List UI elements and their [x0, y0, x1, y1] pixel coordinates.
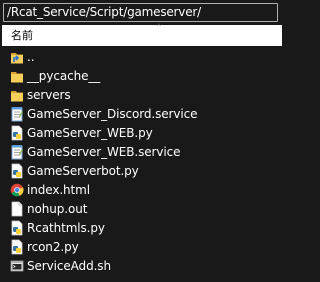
folder-icon: [10, 87, 24, 103]
name-column-header[interactable]: 名前: [11, 25, 33, 46]
file-row[interactable]: Rcathtmls.py: [0, 219, 282, 238]
file-row[interactable]: GameServer_Discord.service: [0, 105, 282, 124]
file-row[interactable]: GameServerbot.py: [0, 162, 282, 181]
file-name: GameServer_Discord.service: [27, 107, 198, 121]
python-file-icon: [10, 163, 24, 179]
python-file-icon: [10, 125, 24, 141]
file-row[interactable]: __pycache__: [0, 67, 282, 86]
file-name: ServiceAdd.sh: [27, 259, 111, 273]
file-name: nohup.out: [27, 202, 88, 216]
file-name: __pycache__: [27, 69, 101, 83]
file-row[interactable]: GameServer_WEB.py: [0, 124, 282, 143]
file-row[interactable]: ..: [0, 48, 282, 67]
file-name: GameServer_WEB.service: [27, 145, 181, 159]
file-row[interactable]: GameServer_WEB.service: [0, 143, 282, 162]
file-name: ..: [27, 50, 35, 64]
python-file-icon: [10, 239, 24, 255]
path-bar[interactable]: /Rcat_Service/Script/gameserver/: [3, 3, 278, 22]
up-folder-icon: [10, 49, 24, 65]
file-name: GameServer_WEB.py: [27, 126, 153, 140]
file-row[interactable]: servers: [0, 86, 282, 105]
notepad-icon: [10, 106, 24, 122]
chrome-icon: [10, 182, 24, 198]
folder-icon: [10, 68, 24, 84]
file-name: Rcathtmls.py: [27, 221, 105, 235]
file-row[interactable]: index.html: [0, 181, 282, 200]
file-name: GameServerbot.py: [27, 164, 139, 178]
sort-caret-icon: ⌃: [155, 23, 163, 33]
file-name: index.html: [27, 183, 90, 197]
file-row[interactable]: ServiceAdd.sh: [0, 257, 282, 276]
notepad-icon: [10, 144, 24, 160]
file-row[interactable]: nohup.out: [0, 200, 282, 219]
file-row[interactable]: rcon2.py: [0, 238, 282, 257]
python-file-icon: [10, 220, 24, 236]
file-name: rcon2.py: [27, 240, 79, 254]
shell-script-icon: [10, 258, 24, 274]
blank-file-icon: [10, 201, 24, 217]
column-header[interactable]: 名前 ⌃: [2, 23, 282, 46]
file-name: servers: [27, 88, 71, 102]
